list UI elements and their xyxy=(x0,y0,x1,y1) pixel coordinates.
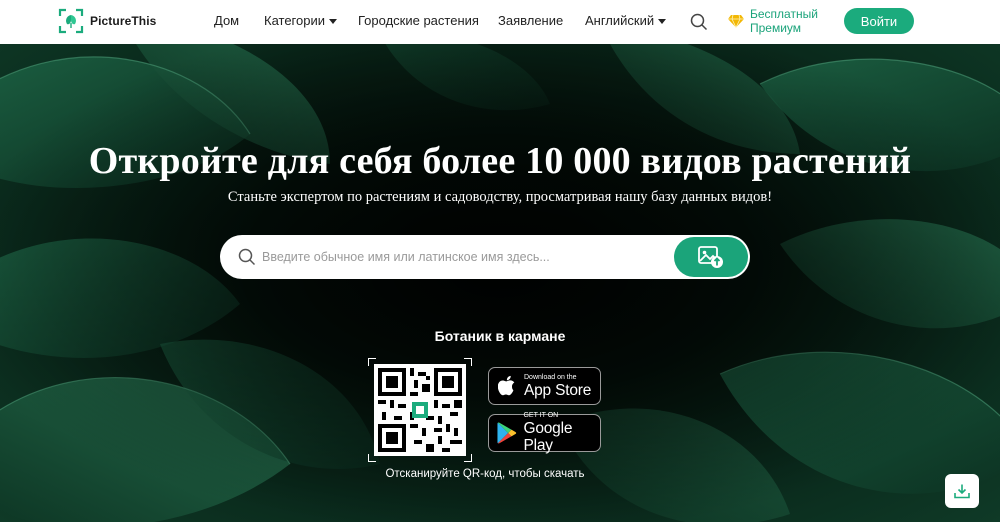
nav-language-label: Английский xyxy=(585,13,655,28)
qr-caption: Отсканируйте QR-код, чтобы скачать xyxy=(385,468,585,480)
nav-home-label: Дом xyxy=(214,13,240,28)
app-store-label: App Store xyxy=(524,381,592,399)
app-promo-title: Ботаник в кармане xyxy=(434,328,566,344)
nav-statement-label: Заявление xyxy=(498,13,564,28)
premium-label-2: Премиум xyxy=(750,21,802,35)
nav-categories[interactable]: Категории xyxy=(264,13,337,28)
google-play-small-text: GET IT ON xyxy=(523,412,559,419)
diamond-icon xyxy=(728,14,744,28)
search-icon[interactable] xyxy=(690,13,708,31)
nav-statement[interactable]: Заявление xyxy=(498,13,563,28)
premium-label-1: Бесплатный xyxy=(750,7,818,21)
search-icon xyxy=(238,248,256,266)
app-store-small-text: Download on the xyxy=(524,373,577,381)
image-search-button[interactable] xyxy=(674,237,748,277)
chevron-down-icon xyxy=(658,18,667,24)
nav-language[interactable]: Английский xyxy=(585,13,667,28)
qr-code xyxy=(374,364,466,456)
top-navbar: PictureThis Дом Категории Городские раст… xyxy=(0,0,1000,44)
nav-city-plants-label: Городские растения xyxy=(358,13,479,28)
nav-city-plants[interactable]: Городские растения xyxy=(358,13,479,28)
download-button[interactable] xyxy=(945,474,979,508)
download-icon xyxy=(954,484,970,499)
hero-subtitle: Станьте экспертом по растениям и садовод… xyxy=(227,189,773,205)
apple-icon xyxy=(498,375,515,396)
google-play-label: Google Play xyxy=(523,420,573,454)
google-play-button[interactable]: GET IT ON Google Play xyxy=(488,412,601,454)
app-store-button[interactable]: Download on the App Store xyxy=(488,367,601,405)
image-upload-icon xyxy=(698,246,723,268)
nav-home[interactable]: Дом xyxy=(214,13,239,28)
google-play-icon xyxy=(497,422,517,444)
hero-section: Откройте для себя более 10 000 видов рас… xyxy=(0,44,1000,522)
qr-code-frame xyxy=(368,358,472,462)
nav-categories-label: Категории xyxy=(264,13,325,28)
login-button[interactable]: Войти xyxy=(844,8,914,34)
chevron-down-icon xyxy=(329,18,337,24)
hero-title: Откройте для себя более 10 000 видов рас… xyxy=(88,140,912,182)
species-search-bar xyxy=(220,235,750,279)
premium-link[interactable]: Бесплатный Премиум xyxy=(728,7,818,35)
search-input[interactable] xyxy=(262,245,662,269)
